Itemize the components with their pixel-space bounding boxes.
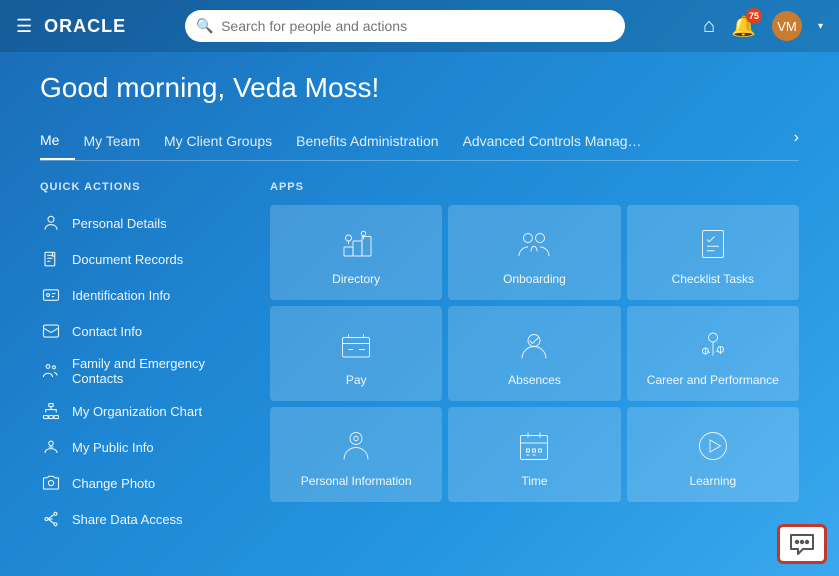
onboarding-icon bbox=[514, 224, 554, 264]
action-label: Contact Info bbox=[72, 324, 142, 339]
app-tile-checklist[interactable]: Checklist Tasks bbox=[627, 205, 799, 300]
directory-icon bbox=[336, 224, 376, 264]
search-icon: 🔍 bbox=[196, 18, 213, 35]
action-label: My Public Info bbox=[72, 440, 154, 455]
app-tile-label: Directory bbox=[332, 272, 380, 286]
action-document-records[interactable]: Document Records bbox=[40, 241, 250, 277]
oracle-logo: ORACLE bbox=[44, 16, 126, 37]
quick-actions-panel: QUICK ACTIONS Personal Details Document … bbox=[40, 181, 270, 537]
app-tile-personal-info[interactable]: Personal Information bbox=[270, 407, 442, 502]
action-label: Share Data Access bbox=[72, 512, 183, 527]
action-contact-info[interactable]: Contact Info bbox=[40, 313, 250, 349]
app-tile-time[interactable]: Time bbox=[448, 407, 620, 502]
tab-me[interactable]: Me bbox=[40, 124, 75, 160]
main-content: Good morning, Veda Moss! Me My Team My C… bbox=[0, 52, 839, 537]
app-tile-label: Time bbox=[521, 474, 547, 488]
action-label: Personal Details bbox=[72, 216, 167, 231]
personal-info-icon bbox=[336, 426, 376, 466]
notification-bell[interactable]: 🔔 75 bbox=[731, 14, 756, 39]
header: ☰ ORACLE 🔍 ⌂ 🔔 75 VM ▾ bbox=[0, 0, 839, 52]
learning-icon bbox=[693, 426, 733, 466]
action-org-chart[interactable]: My Organization Chart bbox=[40, 393, 250, 429]
app-tile-learning[interactable]: Learning bbox=[627, 407, 799, 502]
action-public-info[interactable]: My Public Info bbox=[40, 429, 250, 465]
app-tile-absences[interactable]: Absences bbox=[448, 306, 620, 401]
tab-advanced-controls[interactable]: Advanced Controls Manag… bbox=[463, 125, 658, 159]
quick-actions-label: QUICK ACTIONS bbox=[40, 181, 250, 193]
header-right: ⌂ 🔔 75 VM ▾ bbox=[703, 11, 823, 41]
person-icon bbox=[40, 212, 62, 234]
app-tile-label: Learning bbox=[689, 474, 736, 488]
app-tile-label: Checklist Tasks bbox=[672, 272, 754, 286]
tabs: Me My Team My Client Groups Benefits Adm… bbox=[40, 124, 799, 161]
action-label: My Organization Chart bbox=[72, 404, 202, 419]
tab-my-client-groups[interactable]: My Client Groups bbox=[164, 125, 288, 159]
app-tile-directory[interactable]: Directory bbox=[270, 205, 442, 300]
action-label: Document Records bbox=[72, 252, 183, 267]
action-change-photo[interactable]: Change Photo bbox=[40, 465, 250, 501]
time-icon bbox=[514, 426, 554, 466]
action-label: Family and Emergency Contacts bbox=[72, 356, 250, 386]
envelope-icon bbox=[40, 320, 62, 342]
search-bar: 🔍 bbox=[185, 10, 625, 42]
camera-icon bbox=[40, 472, 62, 494]
id-icon bbox=[40, 284, 62, 306]
absences-icon bbox=[514, 325, 554, 365]
action-personal-details[interactable]: Personal Details bbox=[40, 205, 250, 241]
action-label: Identification Info bbox=[72, 288, 170, 303]
tab-my-team[interactable]: My Team bbox=[83, 125, 156, 159]
app-tile-label: Pay bbox=[346, 373, 367, 387]
action-identification-info[interactable]: Identification Info bbox=[40, 277, 250, 313]
search-input[interactable] bbox=[185, 10, 625, 42]
app-tile-pay[interactable]: Pay bbox=[270, 306, 442, 401]
action-family-emergency[interactable]: Family and Emergency Contacts bbox=[40, 349, 250, 393]
apps-label: APPS bbox=[270, 181, 799, 193]
share-icon bbox=[40, 508, 62, 530]
tab-benefits-administration[interactable]: Benefits Administration bbox=[296, 125, 454, 159]
pay-icon bbox=[336, 325, 376, 365]
app-tile-label: Absences bbox=[508, 373, 561, 387]
org-icon bbox=[40, 400, 62, 422]
greeting-text: Good morning, Veda Moss! bbox=[40, 72, 799, 104]
checklist-icon bbox=[693, 224, 733, 264]
document-icon bbox=[40, 248, 62, 270]
app-tile-label: Onboarding bbox=[503, 272, 566, 286]
app-tile-label: Career and Performance bbox=[647, 373, 779, 387]
avatar[interactable]: VM bbox=[772, 11, 802, 41]
home-icon[interactable]: ⌂ bbox=[703, 15, 715, 38]
app-tile-career[interactable]: Career and Performance bbox=[627, 306, 799, 401]
hamburger-menu-icon[interactable]: ☰ bbox=[16, 16, 32, 37]
tab-more-arrow[interactable]: › bbox=[794, 129, 799, 155]
app-tile-label: Personal Information bbox=[301, 474, 412, 488]
chat-button[interactable] bbox=[777, 524, 827, 564]
public-icon bbox=[40, 436, 62, 458]
career-icon bbox=[693, 325, 733, 365]
apps-grid: Directory Onboarding bbox=[270, 205, 799, 502]
apps-panel: APPS Directory bbox=[270, 181, 799, 537]
action-label: Change Photo bbox=[72, 476, 155, 491]
action-share-data-access[interactable]: Share Data Access bbox=[40, 501, 250, 537]
chevron-down-icon[interactable]: ▾ bbox=[818, 21, 823, 32]
app-tile-onboarding[interactable]: Onboarding bbox=[448, 205, 620, 300]
notification-badge: 75 bbox=[746, 8, 762, 24]
family-icon bbox=[40, 360, 62, 382]
content-area: QUICK ACTIONS Personal Details Document … bbox=[40, 181, 799, 537]
